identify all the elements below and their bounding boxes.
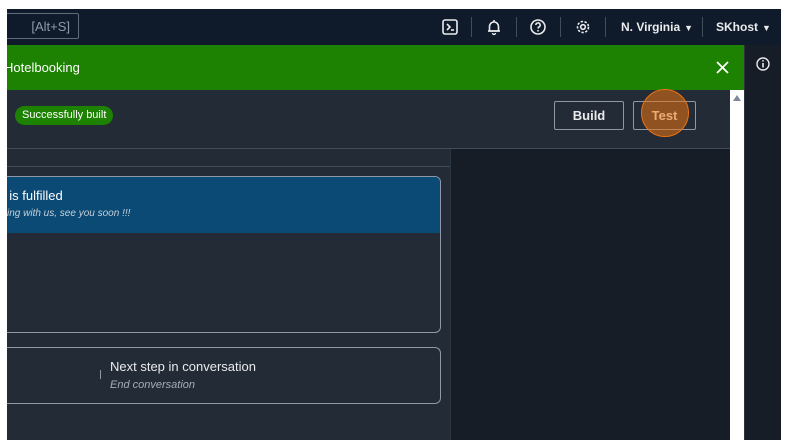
search-input[interactable]: [Alt+S] [7, 13, 79, 39]
bot-toolbar: Successfully built Build Test [7, 90, 730, 149]
region-selector[interactable]: N. Virginia ▼ [621, 20, 693, 34]
nav-divider [516, 17, 517, 37]
cloudshell-icon[interactable] [441, 18, 459, 36]
next-step-card[interactable]: Next step in conversation End conversati… [7, 347, 441, 404]
utility-panel-strip [744, 45, 781, 440]
info-icon[interactable] [756, 57, 770, 71]
nav-divider [605, 17, 606, 37]
gear-icon[interactable] [574, 18, 592, 36]
close-icon[interactable] [715, 60, 730, 75]
region-label: N. Virginia [621, 20, 681, 34]
status-badge: Successfully built [15, 106, 114, 125]
scrollbar[interactable] [730, 90, 744, 440]
console-window: [Alt+S] N. Virginia ▼ SKhost ▼ Hotelbook… [7, 9, 781, 440]
bell-icon[interactable] [485, 18, 503, 36]
caret-down-icon: ▼ [684, 23, 694, 33]
fulfillment-card-header: t is fulfilled king with us, see you soo… [7, 177, 440, 233]
fulfillment-message: king with us, see you soon !!! [7, 208, 131, 219]
help-icon[interactable] [529, 18, 547, 36]
test-button[interactable]: Test [633, 101, 696, 130]
nav-divider [702, 17, 703, 37]
flash-title: Hotelbooking [7, 60, 80, 75]
side-panel [450, 149, 730, 440]
build-button[interactable]: Build [554, 101, 624, 130]
nav-divider [471, 17, 472, 37]
account-menu[interactable]: SKhost ▼ [716, 20, 771, 34]
caret-down-icon: ▼ [762, 23, 771, 33]
fulfillment-card[interactable]: t is fulfilled king with us, see you soo… [7, 176, 441, 333]
account-label: SKhost [716, 20, 758, 34]
success-flash-banner: Hotelbooking [7, 45, 744, 90]
fulfillment-title: t is fulfilled [7, 188, 63, 203]
top-navigation: [Alt+S] N. Virginia ▼ SKhost ▼ [7, 9, 781, 45]
search-shortcut-hint: [Alt+S] [31, 19, 70, 34]
next-step-value: End conversation [110, 379, 195, 391]
scroll-up-arrow-icon[interactable] [733, 95, 741, 101]
next-step-label: Next step in conversation [110, 359, 256, 374]
divider [7, 166, 450, 167]
nav-divider [560, 17, 561, 37]
divider [100, 370, 101, 379]
